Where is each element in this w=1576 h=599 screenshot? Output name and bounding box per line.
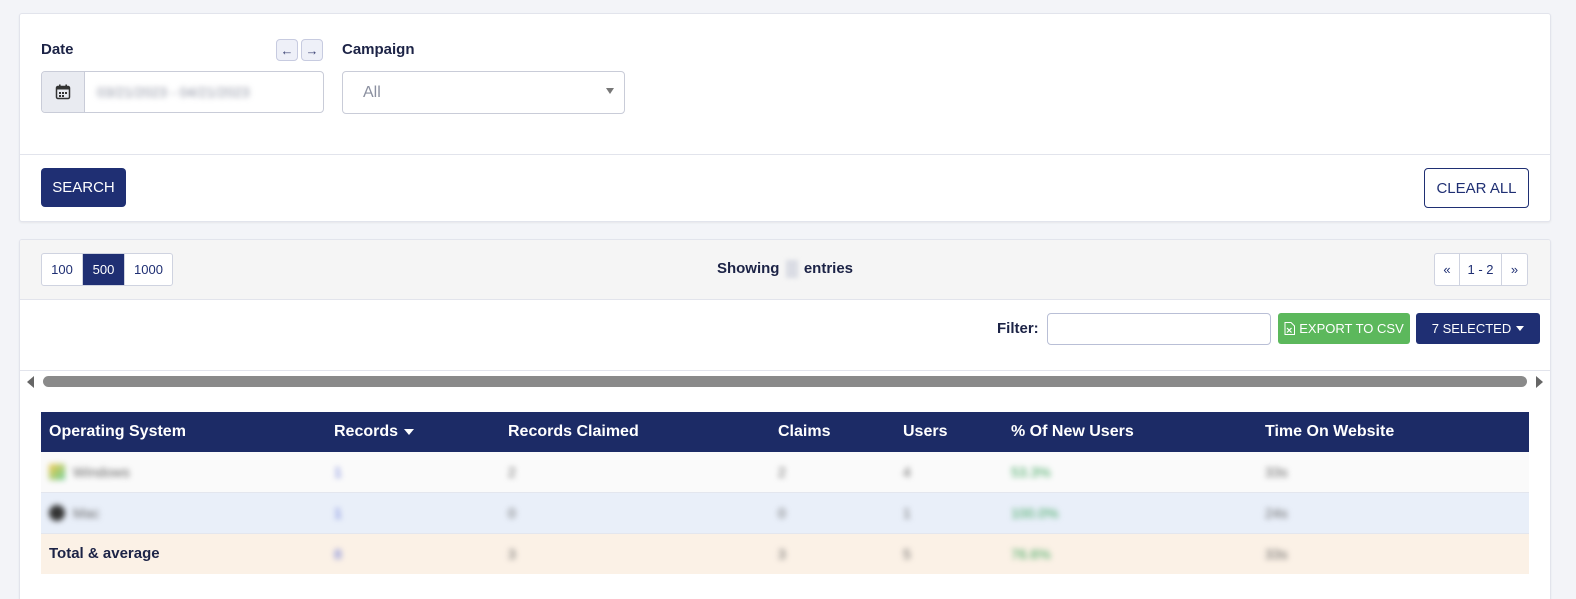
filter-input[interactable] bbox=[1047, 313, 1271, 345]
total-pct-new-users: 76.6% bbox=[1011, 546, 1051, 562]
users-cell: 4 bbox=[903, 464, 911, 480]
toolbar-divider bbox=[20, 370, 1550, 371]
table-row: Windows 1 2 2 4 53.3% 33s bbox=[41, 452, 1529, 493]
filter-panel: Date ← → Campaign 03/21/2023 - 04/21/202… bbox=[19, 13, 1551, 222]
scroll-left-arrow-icon[interactable] bbox=[27, 376, 34, 388]
sort-desc-icon bbox=[404, 429, 415, 435]
total-claims: 3 bbox=[778, 546, 786, 562]
prev-date-button[interactable]: ← bbox=[276, 39, 298, 61]
scroll-right-arrow-icon[interactable] bbox=[1536, 376, 1543, 388]
caret-down-icon bbox=[606, 88, 614, 94]
time-cell: 33s bbox=[1265, 464, 1288, 480]
pct-new-users-cell: 100.0% bbox=[1011, 505, 1059, 521]
columns-selected-dropdown[interactable]: 7 SELECTED bbox=[1416, 313, 1540, 344]
total-records[interactable]: 8 bbox=[334, 546, 342, 562]
pager-next-button[interactable]: » bbox=[1502, 254, 1527, 285]
selected-label: 7 SELECTED bbox=[1431, 321, 1512, 336]
showing-entries-text: Showing entries bbox=[20, 260, 1550, 279]
file-excel-icon bbox=[1284, 322, 1296, 335]
col-records-claimed[interactable]: Records Claimed bbox=[508, 423, 639, 441]
clear-all-button[interactable]: CLEAR ALL bbox=[1424, 168, 1529, 208]
arrow-left-icon: ← bbox=[280, 42, 294, 58]
date-range-value: 03/21/2023 - 04/21/2023 bbox=[97, 84, 250, 100]
next-date-button[interactable]: → bbox=[301, 39, 323, 61]
col-claims[interactable]: Claims bbox=[778, 423, 830, 441]
apple-icon bbox=[49, 505, 65, 521]
search-button[interactable]: SEARCH bbox=[41, 168, 126, 207]
pct-new-users-cell: 53.3% bbox=[1011, 464, 1051, 480]
records-claimed-cell: 0 bbox=[508, 505, 516, 521]
calendar-button[interactable] bbox=[42, 72, 85, 112]
calendar-icon bbox=[55, 84, 71, 100]
results-panel: 100 500 1000 Showing entries « 1 - 2 » F… bbox=[19, 239, 1551, 599]
total-time: 33s bbox=[1265, 546, 1288, 562]
col-records[interactable]: Records bbox=[334, 423, 415, 441]
results-toolbar: 100 500 1000 Showing entries « 1 - 2 » bbox=[20, 240, 1550, 300]
export-csv-label: EXPORT TO CSV bbox=[1299, 321, 1404, 336]
filter-divider bbox=[20, 154, 1550, 155]
records-link[interactable]: 1 bbox=[334, 464, 342, 480]
pager-prev-button[interactable]: « bbox=[1435, 254, 1460, 285]
campaign-select-value: All bbox=[363, 83, 381, 101]
table-total-row: Total & average 8 3 3 5 76.6% 33s bbox=[41, 534, 1529, 574]
caret-down-icon bbox=[1516, 326, 1525, 331]
entries-count bbox=[785, 260, 798, 279]
arrow-right-icon: → bbox=[305, 42, 319, 58]
col-users[interactable]: Users bbox=[903, 423, 947, 441]
horizontal-scrollbar[interactable] bbox=[43, 376, 1527, 387]
table-row: Mac 1 0 0 1 100.0% 24s bbox=[41, 493, 1529, 534]
table-header: Operating System Records Records Claimed… bbox=[41, 412, 1529, 452]
pager-range[interactable]: 1 - 2 bbox=[1460, 254, 1502, 285]
os-cell: Windows bbox=[49, 464, 130, 480]
date-range-input[interactable]: 03/21/2023 - 04/21/2023 bbox=[41, 71, 324, 113]
os-cell: Mac bbox=[49, 505, 99, 521]
date-label: Date bbox=[41, 41, 74, 58]
total-users: 5 bbox=[903, 546, 911, 562]
campaign-select[interactable]: All bbox=[342, 71, 625, 114]
export-csv-button[interactable]: EXPORT TO CSV bbox=[1278, 313, 1410, 344]
filter-label: Filter: bbox=[997, 320, 1039, 337]
col-time-on-website[interactable]: Time On Website bbox=[1265, 423, 1394, 441]
campaign-label: Campaign bbox=[342, 41, 415, 58]
showing-suffix: entries bbox=[803, 260, 854, 277]
windows-icon bbox=[49, 464, 65, 480]
stats-table: Operating System Records Records Claimed… bbox=[41, 412, 1529, 574]
col-operating-system[interactable]: Operating System bbox=[49, 423, 186, 441]
time-cell: 24s bbox=[1265, 505, 1288, 521]
total-label: Total & average bbox=[49, 545, 160, 562]
records-claimed-cell: 2 bbox=[508, 464, 516, 480]
claims-cell: 2 bbox=[778, 464, 786, 480]
total-records-claimed: 3 bbox=[508, 546, 516, 562]
col-pct-new-users[interactable]: % Of New Users bbox=[1011, 423, 1134, 441]
records-link[interactable]: 1 bbox=[334, 505, 342, 521]
pagination: « 1 - 2 » bbox=[1434, 253, 1528, 286]
showing-prefix: Showing bbox=[716, 260, 780, 277]
users-cell: 1 bbox=[903, 505, 911, 521]
claims-cell: 0 bbox=[778, 505, 786, 521]
